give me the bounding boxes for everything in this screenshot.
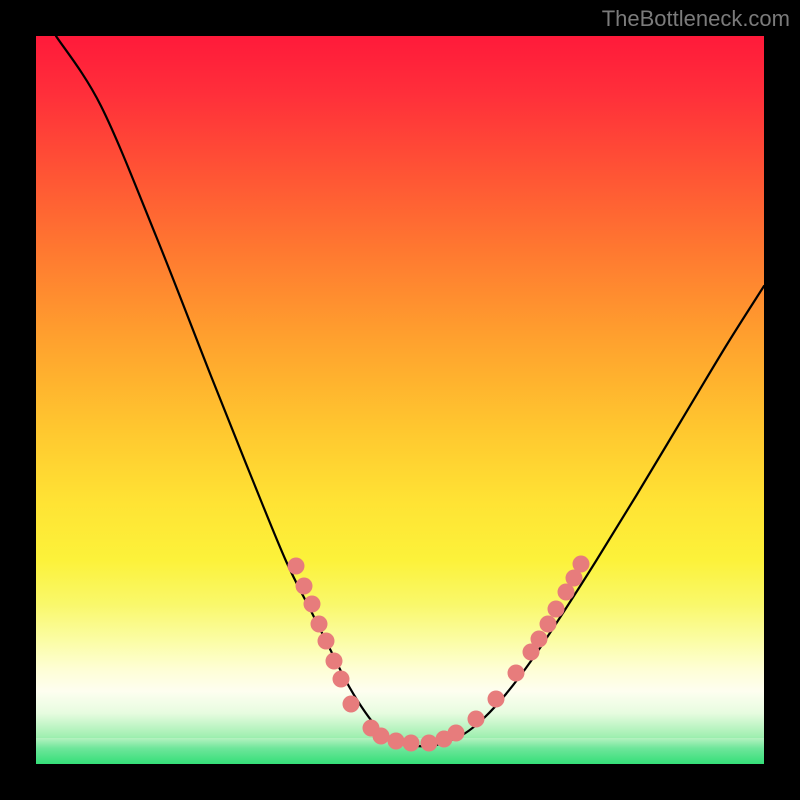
- data-dot: [448, 725, 465, 742]
- data-dot: [318, 633, 335, 650]
- data-dot: [531, 631, 548, 648]
- data-dot: [468, 711, 485, 728]
- data-dot: [304, 596, 321, 613]
- data-dot: [488, 691, 505, 708]
- data-dot: [403, 735, 420, 752]
- data-dot: [296, 578, 313, 595]
- data-dot: [288, 558, 305, 575]
- data-dot: [373, 728, 390, 745]
- data-dots-group: [288, 556, 590, 752]
- plot-area: [36, 36, 764, 764]
- bottleneck-curve: [56, 36, 764, 746]
- data-dot: [311, 616, 328, 633]
- data-dot: [573, 556, 590, 573]
- chart-overlay: [36, 36, 764, 764]
- data-dot: [388, 733, 405, 750]
- data-dot: [326, 653, 343, 670]
- data-dot: [333, 671, 350, 688]
- data-dot: [548, 601, 565, 618]
- data-dot: [421, 735, 438, 752]
- data-dot: [508, 665, 525, 682]
- data-dot: [343, 696, 360, 713]
- watermark-text: TheBottleneck.com: [602, 6, 790, 32]
- data-dot: [540, 616, 557, 633]
- chart-frame: TheBottleneck.com: [0, 0, 800, 800]
